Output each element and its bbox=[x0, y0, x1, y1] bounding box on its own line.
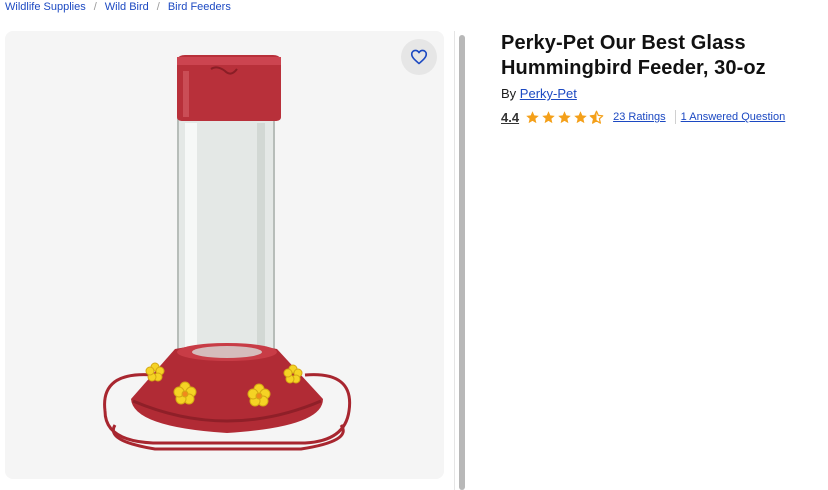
star-icon bbox=[558, 110, 571, 123]
star-icon bbox=[574, 110, 587, 123]
product-image-panel bbox=[5, 31, 444, 479]
brand-line: By Perky-Pet bbox=[501, 86, 821, 102]
star-icon bbox=[526, 110, 539, 123]
image-scrollbar[interactable] bbox=[454, 31, 469, 490]
star-half-icon bbox=[589, 110, 604, 124]
product-title-line-2: Hummingbird Feeder, 30-oz bbox=[501, 57, 766, 79]
product-title: Perky-Pet Our Best Glass Hummingbird Fee… bbox=[501, 31, 821, 81]
rating-value[interactable]: 4.4 bbox=[501, 110, 519, 125]
ratings-count-link[interactable]: 23 Ratings bbox=[613, 111, 666, 123]
rating-row: 4.4 23 Ratings 1 Answered Question bbox=[501, 108, 821, 126]
scrollbar-thumb[interactable] bbox=[459, 35, 465, 490]
star-icon bbox=[542, 110, 555, 123]
divider bbox=[674, 110, 676, 124]
answered-questions-link[interactable]: 1 Answered Question bbox=[681, 111, 786, 123]
by-label: By bbox=[501, 86, 517, 101]
breadcrumb-wild-bird[interactable]: Wild Bird bbox=[105, 1, 149, 13]
product-title-line-1: Perky-Pet Our Best Glass bbox=[501, 32, 746, 54]
star-rating[interactable] bbox=[525, 110, 604, 125]
breadcrumb-separator: / bbox=[156, 1, 160, 13]
breadcrumb-bird-feeders[interactable]: Bird Feeders bbox=[168, 1, 231, 13]
product-info: Perky-Pet Our Best Glass Hummingbird Fee… bbox=[501, 31, 821, 126]
breadcrumb: Wildlife Supplies / Wild Bird / Bird Feeders bbox=[5, 0, 231, 14]
favorite-button[interactable] bbox=[401, 39, 437, 75]
breadcrumb-separator: / bbox=[93, 1, 97, 13]
heart-icon bbox=[410, 49, 428, 65]
breadcrumb-wildlife-supplies[interactable]: Wildlife Supplies bbox=[5, 1, 86, 13]
product-image[interactable] bbox=[5, 31, 444, 479]
brand-link[interactable]: Perky-Pet bbox=[520, 86, 577, 101]
